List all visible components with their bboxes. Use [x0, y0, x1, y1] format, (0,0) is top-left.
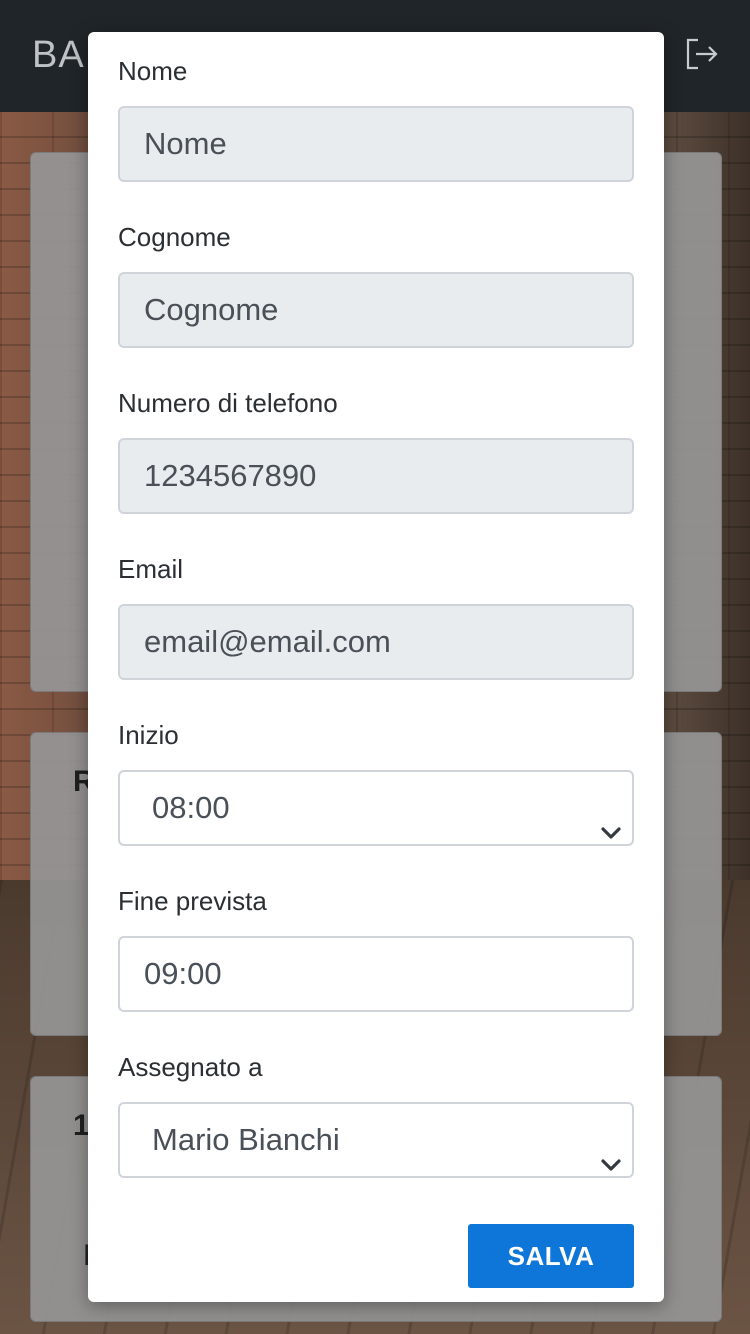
chevron-down-icon	[600, 1130, 622, 1171]
cognome-field[interactable]: Cognome	[118, 272, 634, 348]
reservation-modal: Nome Nome Cognome Cognome Numero di tele…	[88, 32, 664, 1302]
telefono-label: Numero di telefono	[118, 388, 338, 418]
assegnato-value: Mario Bianchi	[152, 1122, 340, 1157]
email-field[interactable]: email@email.com	[118, 604, 634, 680]
inizio-value: 08:00	[152, 790, 230, 825]
save-button[interactable]: SALVA	[468, 1224, 634, 1288]
assegnato-label: Assegnato a	[118, 1052, 263, 1082]
chevron-down-icon	[600, 798, 622, 839]
email-label: Email	[118, 554, 184, 584]
assegnato-select[interactable]: Mario Bianchi	[118, 1102, 634, 1178]
cognome-label: Cognome	[118, 222, 231, 252]
telefono-field[interactable]: 1234567890	[118, 438, 634, 514]
inizio-label: Inizio	[118, 720, 179, 750]
fine-field[interactable]: 09:00	[118, 936, 634, 1012]
inizio-select[interactable]: 08:00	[118, 770, 634, 846]
nome-field[interactable]: Nome	[118, 106, 634, 182]
nome-label: Nome	[118, 56, 188, 86]
fine-label: Fine prevista	[118, 886, 267, 916]
